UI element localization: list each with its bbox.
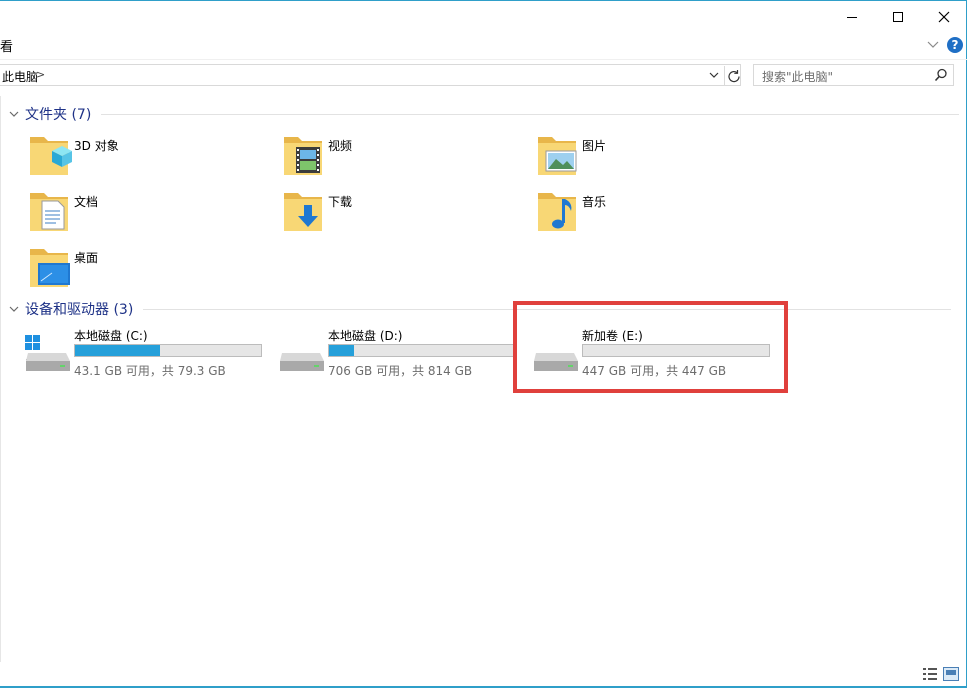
search-box[interactable]: 搜索"此电脑" (753, 64, 954, 86)
drive-space-info: 447 GB 可用，共 447 GB (582, 364, 727, 378)
drive-space-info: 706 GB 可用，共 814 GB (328, 364, 473, 378)
breadcrumb-separator[interactable]: > (36, 68, 45, 81)
chevron-down-icon (709, 72, 719, 78)
expand-ribbon-button[interactable] (926, 37, 940, 54)
folder-label: 图片 (582, 139, 607, 153)
hard-drive-icon (534, 353, 578, 371)
folder-item-desktop[interactable]: 桌面 (28, 243, 258, 293)
hard-drive-icon (280, 353, 324, 371)
details-view-icon[interactable] (922, 667, 938, 681)
folder-label: 桌面 (74, 251, 99, 265)
folders-group-title: 文件夹 (7) (25, 107, 92, 123)
large-icons-view-icon[interactable] (943, 667, 959, 681)
group-divider (143, 308, 952, 310)
folder-item-3d-objects[interactable]: 3D 对象 (28, 131, 258, 181)
minimize-button[interactable] (829, 3, 875, 31)
drive-item-d[interactable]: 本地磁盘 (D:) 706 GB 可用，共 814 GB (278, 327, 528, 383)
folder-label: 音乐 (582, 195, 607, 209)
maximize-button[interactable] (875, 3, 921, 31)
breadcrumb-this-pc[interactable]: 此电脑 (2, 68, 38, 85)
chevron-down-icon (9, 111, 19, 117)
refresh-icon (728, 70, 740, 83)
folder-item-videos[interactable]: 视频 (282, 131, 512, 181)
navigation-pane-divider (0, 96, 1, 662)
chevron-down-icon (927, 41, 939, 48)
folder-music-icon (538, 193, 576, 231)
group-divider (101, 113, 960, 115)
drive-name: 本地磁盘 (D:) (328, 329, 403, 343)
address-history-dropdown[interactable] (708, 69, 720, 84)
folder-item-documents[interactable]: 文档 (28, 187, 258, 237)
folder-videos-icon (284, 137, 322, 175)
folder-desktop-icon (30, 249, 70, 287)
drive-item-c[interactable]: 本地磁盘 (C:) 43.1 GB 可用，共 79.3 GB (24, 327, 274, 383)
folder-label: 视频 (328, 139, 353, 153)
folder-item-downloads[interactable]: 下载 (282, 187, 512, 237)
folder-label: 文档 (74, 195, 99, 209)
folder-label: 3D 对象 (74, 139, 119, 153)
search-icon[interactable] (934, 68, 948, 85)
drive-name: 本地磁盘 (C:) (74, 329, 148, 343)
drives-group-header[interactable]: 设备和驱动器 (3) (8, 299, 952, 319)
chevron-down-icon (9, 306, 19, 312)
folder-downloads-icon (284, 193, 322, 231)
help-button[interactable]: ? (947, 37, 963, 53)
drives-group-title: 设备和驱动器 (3) (25, 302, 134, 318)
search-input[interactable]: 搜索"此电脑" (762, 68, 833, 85)
maximize-icon (893, 12, 903, 22)
drive-usage-fill (75, 345, 160, 356)
drive-name: 新加卷 (E:) (582, 329, 643, 343)
drive-usage-bar (74, 344, 262, 357)
folder-pictures-icon (538, 137, 577, 175)
ribbon-tab-view[interactable]: 看 (0, 36, 13, 55)
folder-item-pictures[interactable]: 图片 (536, 131, 766, 181)
folder-item-music[interactable]: 音乐 (536, 187, 766, 237)
folder-documents-icon (30, 193, 68, 231)
ribbon-divider (0, 59, 967, 60)
refresh-button[interactable] (724, 66, 743, 86)
folder-label: 下载 (328, 195, 353, 209)
folder-3d-objects-icon (30, 137, 72, 175)
drive-item-e[interactable]: 新加卷 (E:) 447 GB 可用，共 447 GB (532, 327, 782, 383)
minimize-icon (847, 17, 857, 18)
drive-usage-fill (329, 345, 354, 356)
system-drive-icon (25, 335, 70, 371)
window-top-border (0, 0, 967, 1)
address-bar[interactable]: 此电脑 > (0, 64, 741, 86)
drive-usage-bar (582, 344, 770, 357)
close-button[interactable] (921, 3, 967, 31)
close-icon (938, 11, 950, 23)
folders-group-header[interactable]: 文件夹 (7) (8, 104, 960, 124)
drive-usage-bar (328, 344, 516, 357)
drive-space-info: 43.1 GB 可用，共 79.3 GB (74, 364, 226, 378)
